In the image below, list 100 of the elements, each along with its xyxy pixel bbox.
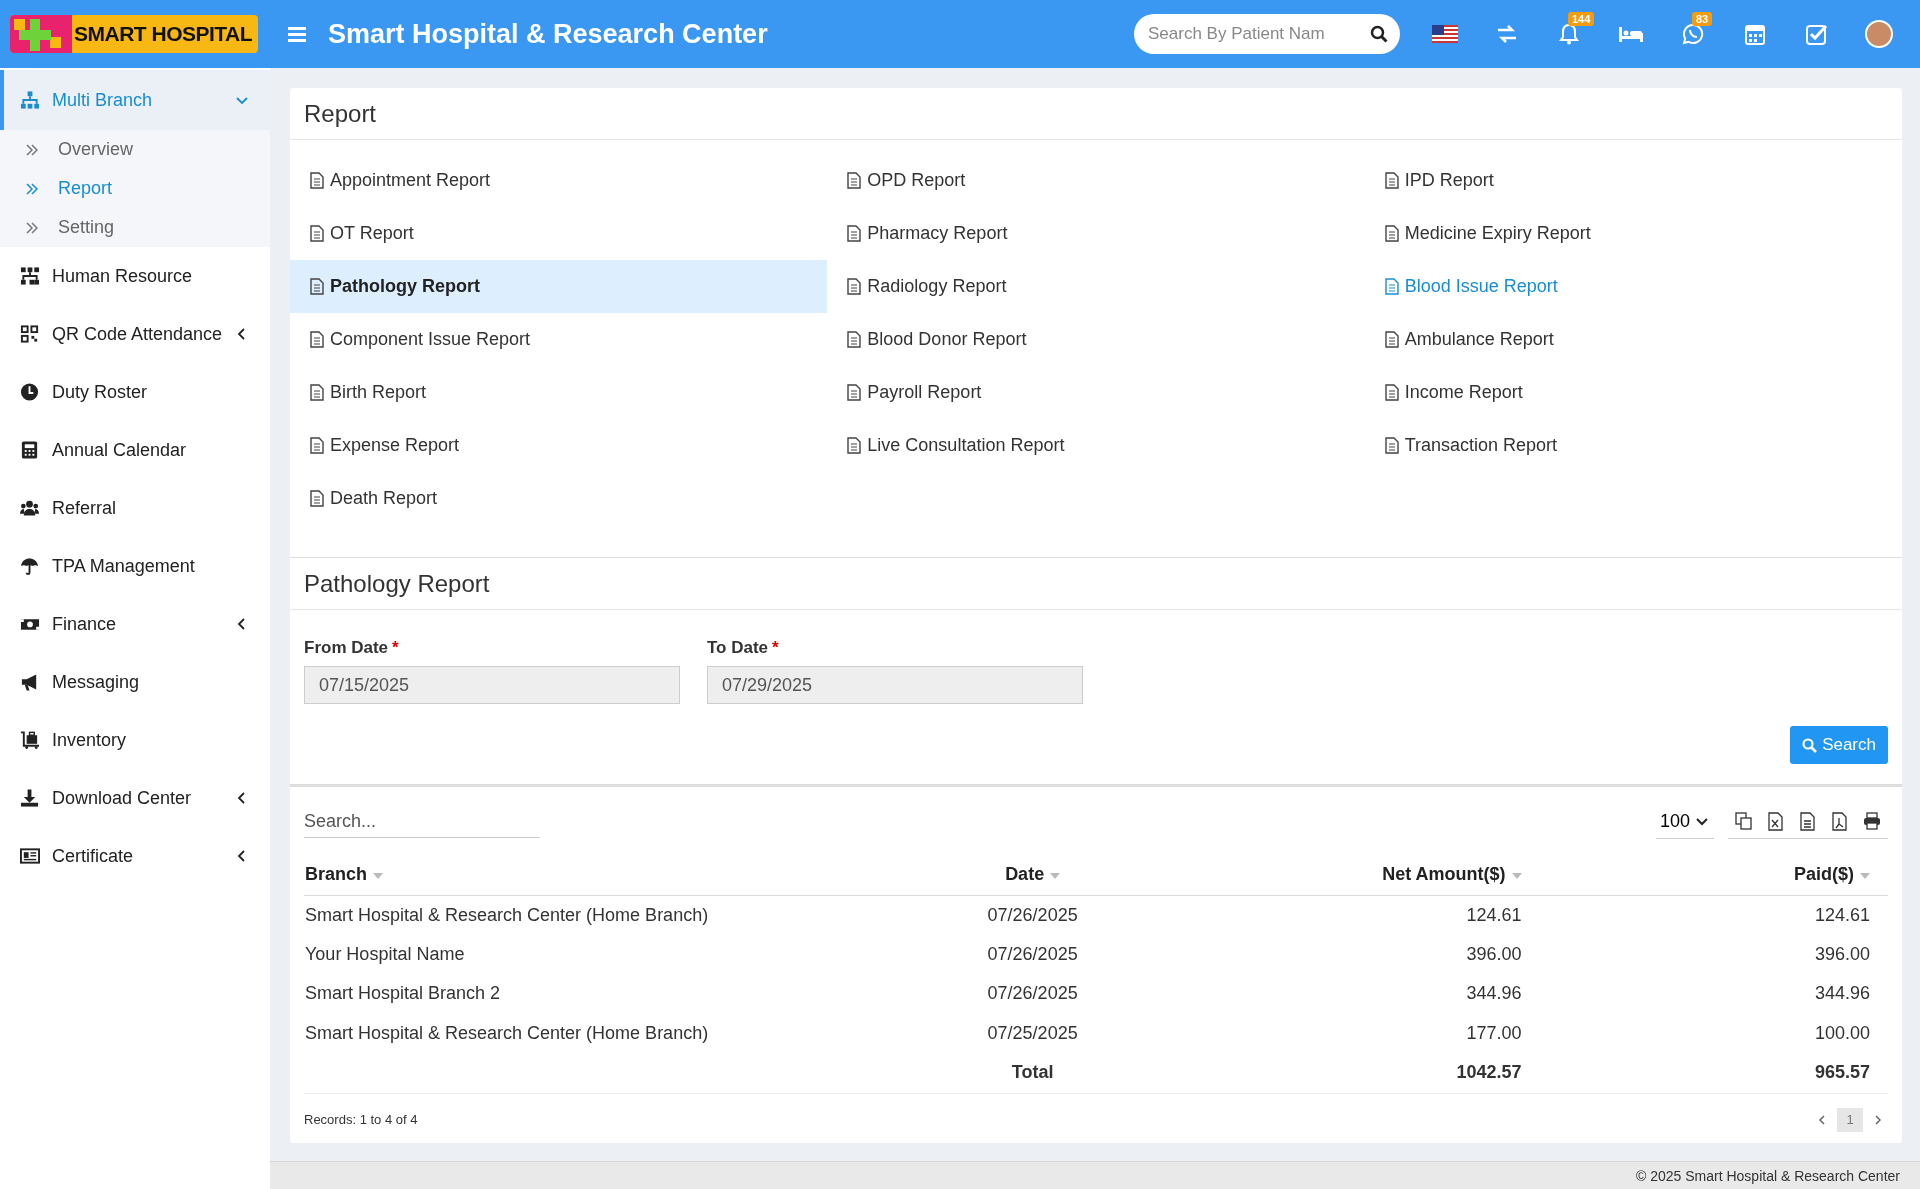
submenu-item[interactable]: Setting	[0, 208, 270, 247]
table-cell: 124.61	[1539, 895, 1888, 935]
people-icon	[20, 498, 40, 518]
page-button[interactable]: 1	[1837, 1107, 1863, 1132]
search-button[interactable]	[1370, 25, 1388, 43]
table-cell-text: 344.96	[1465, 982, 1523, 1006]
table-cell: Smart Hospital & Research Center (Home Branch)	[304, 895, 938, 935]
cart-icon	[20, 730, 40, 750]
required-mark: *	[772, 638, 779, 658]
required-mark: *	[392, 638, 399, 658]
document-icon	[1384, 331, 1399, 348]
document-icon	[310, 331, 324, 348]
table-cell-text: 100.00	[1813, 1021, 1871, 1045]
chevron-left-icon	[236, 792, 248, 804]
search-icon	[1802, 737, 1818, 753]
sort-caret-icon	[1050, 872, 1061, 879]
report-link[interactable]: Expense Report	[290, 419, 828, 472]
sidebar-item[interactable]: Referral	[0, 479, 270, 537]
search-field[interactable]: Search By Patient Nam	[1134, 14, 1400, 54]
report-link[interactable]: OPD Report	[827, 154, 1365, 207]
sidebar-item[interactable]: Certificate	[0, 827, 270, 885]
sidebar-item[interactable]: TPA Management	[0, 537, 270, 595]
date-field[interactable]: 07/29/2025	[707, 666, 1083, 704]
table-cell-text: 344.96	[1813, 982, 1871, 1006]
flag-icon	[1432, 25, 1458, 43]
org-chart-icon	[20, 266, 40, 286]
swap-arrows-icon	[1496, 25, 1518, 43]
column-header[interactable]: Date	[1005, 864, 1045, 885]
chevron-left-icon	[236, 618, 248, 630]
report-link[interactable]: Appointment Report	[290, 154, 828, 207]
report-link[interactable]: Blood Issue Report	[1364, 260, 1902, 313]
submenu-item[interactable]: Overview	[0, 130, 270, 169]
report-link[interactable]: Radiology Report	[827, 260, 1365, 313]
report-link[interactable]: IPD Report	[1364, 154, 1902, 207]
column-header[interactable]: Net Amount($)	[1382, 864, 1506, 885]
clock-icon	[20, 382, 40, 402]
sidebar-item[interactable]: Messaging	[0, 653, 270, 711]
report-link[interactable]: Transaction Report	[1364, 419, 1902, 472]
section-title: Pathology Report	[290, 558, 1902, 610]
download-icon	[20, 788, 40, 808]
page-size-select[interactable]: 100	[1656, 805, 1714, 839]
table-cell-text: Smart Hospital Branch 2	[304, 982, 502, 1006]
table-cell-text: 07/26/2025	[986, 942, 1079, 966]
field-label: From Date	[304, 638, 389, 658]
report-link[interactable]: Component Issue Report	[290, 313, 828, 366]
table-cell-text: 396.00	[1813, 942, 1871, 966]
menu-icon	[288, 26, 306, 42]
text-file-icon	[1799, 812, 1817, 831]
double-chevron-icon	[26, 182, 38, 195]
document-icon	[1384, 172, 1399, 189]
document-icon	[847, 384, 862, 401]
sort-caret-icon	[373, 872, 383, 879]
sidebar-item[interactable]: Annual Calendar	[0, 421, 270, 479]
sidebar-item[interactable]: Duty Roster	[0, 363, 270, 421]
document-icon	[847, 437, 862, 454]
report-link[interactable]: Pharmacy Report	[827, 207, 1365, 260]
report-link[interactable]: Live Consultation Report	[827, 419, 1365, 472]
report-link[interactable]: Ambulance Report	[1364, 313, 1902, 366]
logo-text: SMART HOSPITAL	[73, 22, 253, 46]
sidebar-item[interactable]: Inventory	[0, 711, 270, 769]
report-link[interactable]: Birth Report	[290, 366, 828, 419]
sidebar-item[interactable]: Download Center	[0, 769, 270, 827]
sidebar-item[interactable]: Human Resource	[0, 247, 270, 305]
sidebar-item[interactable]: Finance	[0, 595, 270, 653]
report-link[interactable]: Medicine Expiry Report	[1364, 207, 1902, 260]
bell-icon	[1559, 23, 1579, 45]
document-icon	[310, 278, 324, 295]
document-icon	[847, 331, 862, 348]
date-field[interactable]: 07/15/2025	[304, 666, 680, 704]
report-link[interactable]: Pathology Report	[290, 260, 828, 313]
menu-button[interactable]	[288, 26, 306, 42]
report-link[interactable]: Blood Donor Report	[827, 313, 1365, 366]
sitemap-icon	[20, 90, 40, 110]
document-icon	[310, 172, 324, 189]
document-icon	[847, 278, 862, 295]
report-link[interactable]: Payroll Report	[827, 366, 1365, 419]
column-header[interactable]: Paid($)	[1794, 864, 1854, 885]
document-icon	[847, 172, 862, 189]
sidebar-item[interactable]: QR Code Attendance	[0, 305, 270, 363]
table-cell-text: 07/25/2025	[986, 1021, 1079, 1045]
count-badge: 144	[1568, 12, 1595, 26]
table-cell: 07/26/2025	[937, 895, 1128, 935]
chevron-left-icon	[236, 328, 248, 340]
chevron-down-icon	[1696, 816, 1708, 827]
document-icon	[1384, 384, 1399, 401]
document-icon	[310, 437, 324, 454]
report-link[interactable]: OT Report	[290, 207, 828, 260]
column-header[interactable]: Branch	[305, 864, 367, 885]
table-cell-text: Your Hospital Name	[304, 942, 466, 966]
app-title: Smart Hospital & Research Center	[328, 18, 768, 50]
table-cell: 124.61	[1127, 895, 1540, 935]
sort-caret-icon	[1860, 872, 1870, 879]
report-link[interactable]: Death Report	[290, 472, 828, 525]
chevron-left-icon	[1818, 1114, 1825, 1125]
print-icon	[1863, 812, 1881, 831]
section-title: Report	[290, 88, 1902, 140]
total-label: Total	[937, 1053, 1128, 1093]
report-link[interactable]: Income Report	[1364, 366, 1902, 419]
sort-caret-icon	[1511, 872, 1522, 879]
search-icon	[1370, 25, 1388, 43]
